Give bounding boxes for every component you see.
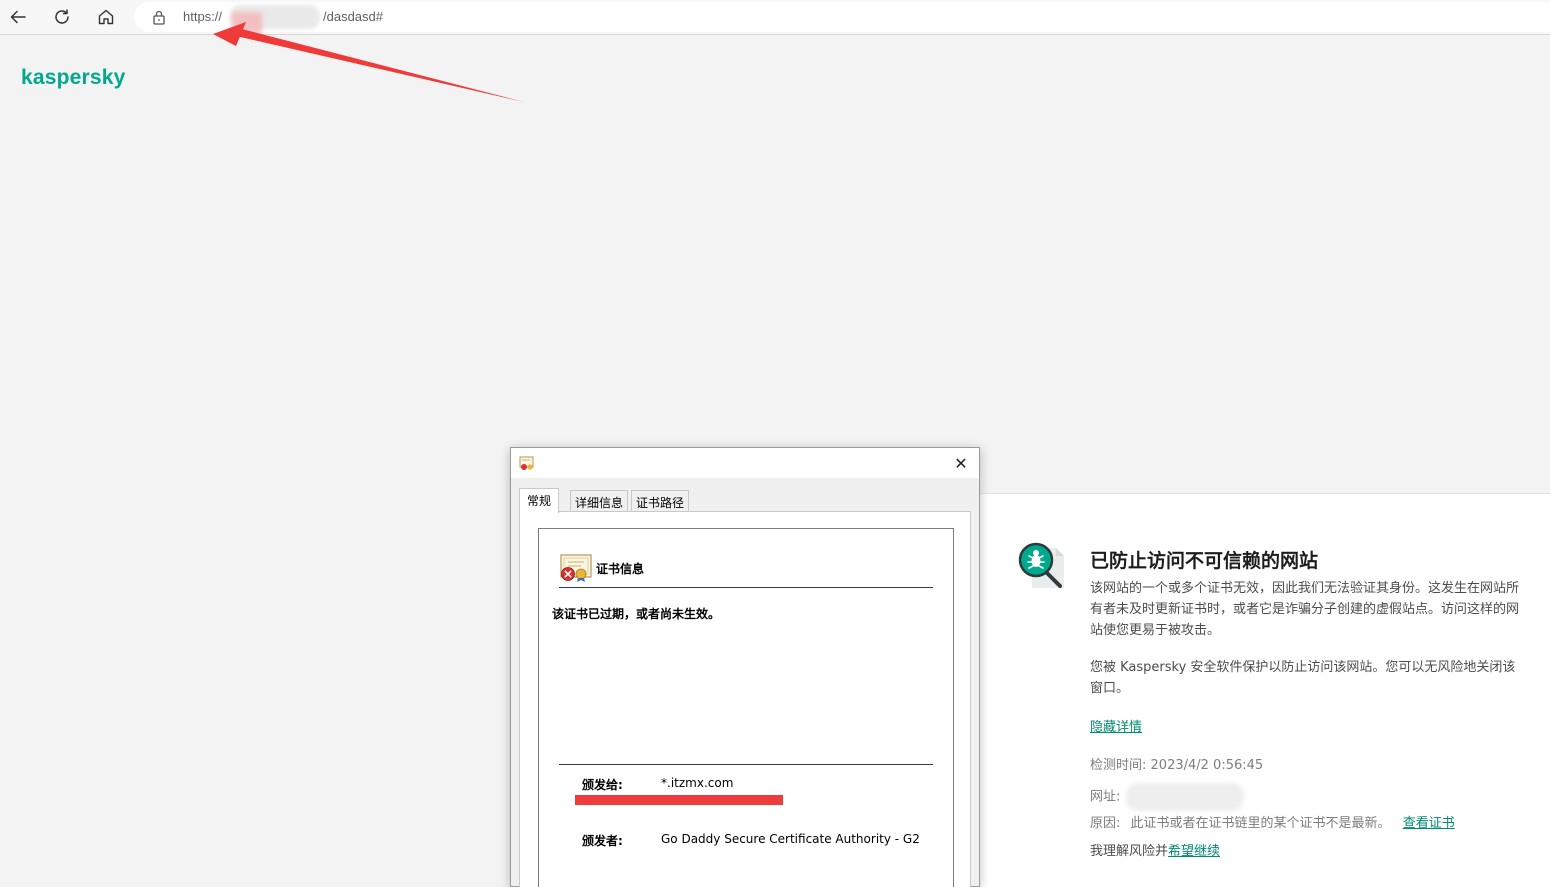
address-redaction — [1126, 783, 1245, 811]
home-button[interactable] — [92, 4, 120, 30]
tab-certification-path[interactable]: 证书路径 — [631, 490, 690, 512]
block-reason: 原因: 此证书或者在证书链里的某个证书不是最新。 查看证书 — [1090, 812, 1455, 831]
certificate-info-title: 证书信息 — [596, 562, 645, 576]
invalid-certificate-icon — [560, 554, 592, 582]
continue-prefix: 我理解风险并 — [1090, 844, 1169, 859]
hide-details-link[interactable]: 隐藏详情 — [1090, 716, 1142, 735]
url-redaction-tint — [232, 12, 262, 34]
tab-general[interactable]: 常规 — [519, 488, 560, 513]
reason-label: 原因: — [1090, 816, 1121, 831]
tab-details[interactable]: 详细信息 — [570, 490, 629, 512]
divider — [559, 587, 933, 588]
blocked-address: 网址: — [1090, 783, 1245, 811]
magnifier-bug-icon — [1018, 542, 1064, 588]
protection-notice: 您被 Kaspersky 安全软件保护以防止访问该网站。您可以无风险地关闭该窗口… — [1090, 660, 1516, 696]
url-path: /dasdasd# — [323, 9, 383, 24]
divider — [559, 764, 933, 765]
certificate-status: 该证书已过期，或者尚未生效。 — [552, 607, 721, 621]
refresh-icon — [55, 9, 69, 24]
home-icon — [98, 9, 114, 25]
detection-time: 检测时间: 2023/4/2 0:56:45 — [1090, 754, 1263, 773]
tab-panel-general: 证书信息 该证书已过期，或者尚未生效。 颁发给: *.itzmx.com 颁发者… — [519, 511, 971, 887]
address-label: 网址: — [1090, 789, 1121, 805]
redaction-bar — [575, 795, 783, 805]
issued-by-value: Go Daddy Secure Certificate Authority - … — [661, 832, 920, 846]
certificate-info-frame: 证书信息 该证书已过期，或者尚未生效。 颁发给: *.itzmx.com 颁发者… — [538, 528, 954, 887]
refresh-button[interactable] — [48, 4, 76, 30]
continue-link[interactable]: 希望继续 — [1168, 844, 1220, 859]
back-button[interactable] — [4, 4, 32, 30]
detection-time-value: 2023/4/2 0:56:45 — [1150, 758, 1264, 773]
url-scheme: https:// — [183, 9, 223, 24]
reason-value: 此证书或者在证书链里的某个证书不是最新。 — [1130, 816, 1391, 831]
address-bar[interactable]: https:// /dasdasd# — [134, 2, 1550, 34]
kaspersky-logo: kaspersky — [21, 66, 126, 89]
lock-icon[interactable] — [152, 9, 166, 25]
certificate-dialog: ✕ 常规 详细信息 证书路径 证书信息 该证书已过期，或者尚未生效。 颁发给: … — [510, 447, 980, 887]
view-certificate-link[interactable]: 查看证书 — [1403, 816, 1455, 831]
detection-time-label: 检测时间: — [1090, 758, 1147, 773]
warning-title: 已防止访问不可信赖的网站 — [1090, 550, 1319, 572]
issued-by-label: 颁发者: — [582, 834, 623, 848]
browser-toolbar: https:// /dasdasd# — [0, 0, 1550, 35]
close-icon[interactable]: ✕ — [949, 452, 973, 474]
dialog-titlebar[interactable]: ✕ — [511, 448, 979, 478]
issued-to-value: *.itzmx.com — [661, 776, 734, 790]
continue-line: 我理解风险并希望继续 — [1090, 840, 1220, 859]
certificate-icon — [519, 456, 534, 470]
back-arrow-icon — [10, 10, 26, 24]
warning-panel: 已防止访问不可信赖的网站 该网站的一个或多个证书无效，因此我们无法验证其身份。这… — [980, 493, 1550, 887]
warning-explanation: 该网站的一个或多个证书无效，因此我们无法验证其身份。这发生在网站所有者未及时更新… — [1090, 581, 1520, 638]
issued-to-label: 颁发给: — [582, 778, 623, 792]
arrow-shaft — [236, 28, 524, 102]
